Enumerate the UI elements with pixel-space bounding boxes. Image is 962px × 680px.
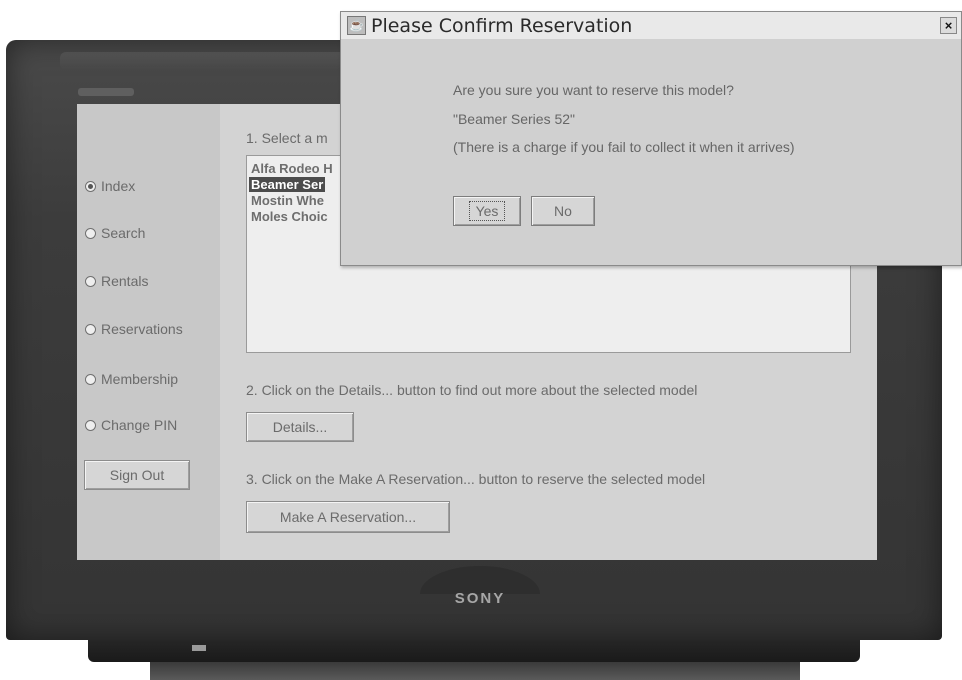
confirm-dialog: ☕ Please Confirm Reservation × Are you s… [340, 11, 962, 266]
dialog-charge-note: (There is a charge if you fail to collec… [453, 139, 795, 155]
list-item-selected[interactable]: Beamer Ser [249, 177, 326, 192]
sidebar-option-membership[interactable]: Membership [85, 371, 178, 387]
step2-label: 2. Click on the Details... button to fin… [246, 382, 698, 398]
radio-icon [85, 227, 96, 239]
tv-power-led [192, 645, 206, 651]
sidebar-option-rentals[interactable]: Rentals [85, 273, 148, 289]
tv-brand: SONY [454, 590, 506, 607]
radio-icon [85, 419, 96, 431]
sidebar-option-label: Search [101, 225, 146, 241]
radio-icon [85, 275, 96, 287]
sidebar-option-label: Index [101, 178, 136, 194]
step3-label: 3. Click on the Make A Reservation... bu… [246, 471, 706, 487]
radio-icon [85, 323, 96, 335]
radio-icon [85, 373, 96, 385]
tv-stand-base [150, 662, 800, 680]
yes-button[interactable]: Yes [453, 196, 521, 226]
list-item[interactable]: Mostin Whe [249, 193, 326, 208]
no-button[interactable]: No [531, 196, 595, 226]
sidebar-option-label: Change PIN [101, 417, 178, 433]
yes-button-label: Yes [468, 201, 506, 221]
sidebar-option-reservations[interactable]: Reservations [85, 321, 183, 337]
sidebar-option-label: Membership [101, 371, 179, 387]
sidebar-option-search[interactable]: Search [85, 225, 145, 241]
dialog-message: Are you sure you want to reserve this mo… [453, 82, 734, 98]
dialog-titlebar[interactable]: ☕ Please Confirm Reservation × [341, 12, 961, 39]
sidebar-option-label: Reservations [101, 321, 183, 337]
radio-icon [85, 180, 96, 192]
dialog-title: Please Confirm Reservation [371, 15, 633, 37]
tv-logo-mark [78, 88, 134, 96]
java-cup-icon: ☕ [347, 16, 366, 35]
sidebar: Index Search Rentals Reservations Member… [77, 104, 220, 560]
make-reservation-button[interactable]: Make A Reservation... [246, 501, 450, 533]
sidebar-option-index[interactable]: Index [85, 178, 135, 194]
list-item[interactable]: Alfa Rodeo H [249, 161, 335, 176]
tv-stand [88, 640, 860, 662]
sign-out-button[interactable]: Sign Out [84, 460, 190, 490]
details-button[interactable]: Details... [246, 412, 354, 442]
list-item[interactable]: Moles Choic [249, 209, 330, 224]
step1-label: 1. Select a m [246, 130, 328, 146]
close-button[interactable]: × [940, 17, 957, 34]
sidebar-option-label: Rentals [101, 273, 149, 289]
no-button-label: No [554, 203, 572, 219]
dialog-model-name: "Beamer Series 52" [453, 111, 575, 127]
sidebar-option-change-pin[interactable]: Change PIN [85, 417, 177, 433]
